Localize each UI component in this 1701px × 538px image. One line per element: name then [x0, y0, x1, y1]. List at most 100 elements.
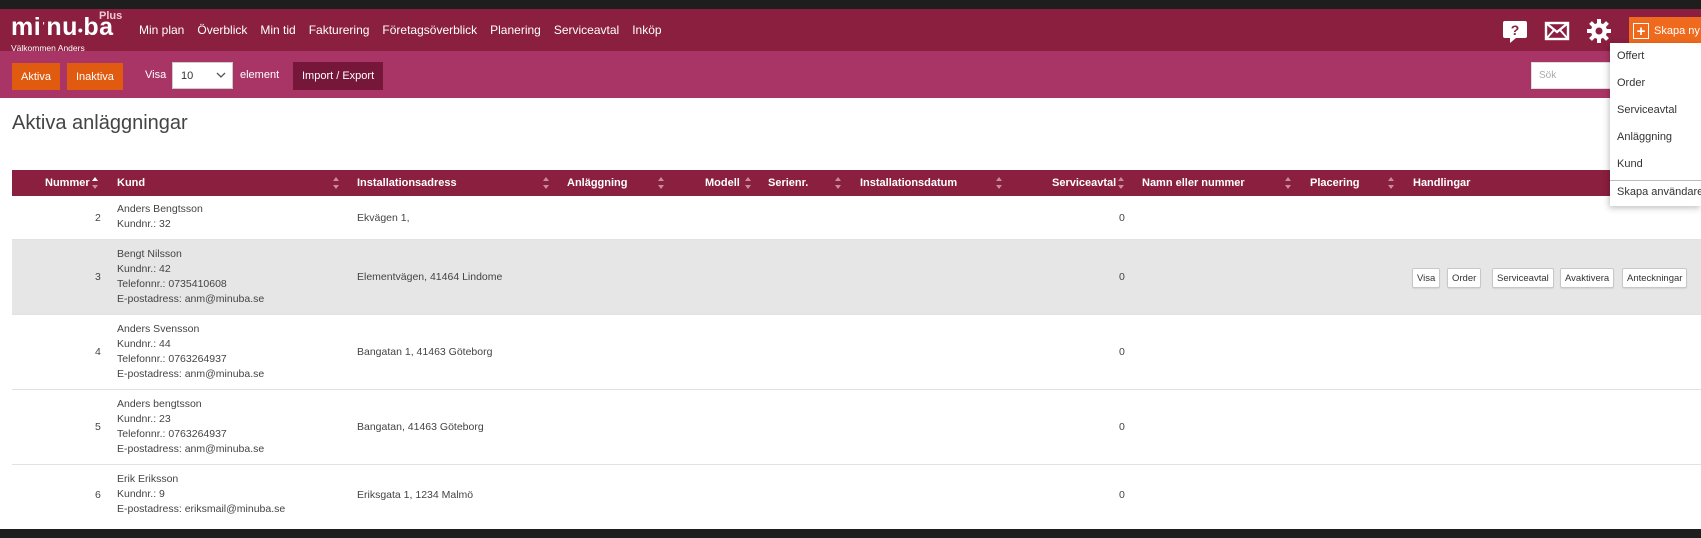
page-size-select[interactable]: 10 — [172, 62, 233, 89]
skapa-ny-label: Skapa ny — [1654, 25, 1700, 37]
kund-name: Anders Bengtsson — [117, 203, 203, 215]
dropdown-item-anlaggning[interactable]: Anläggning — [1617, 131, 1672, 143]
cell-adress: Ekvägen 1, — [357, 212, 410, 224]
kund-name: Anders Svensson — [117, 323, 200, 335]
menu-inkop[interactable]: Inköp — [632, 23, 661, 37]
cell-adress: Eriksgata 1, 1234 Malmö — [357, 489, 474, 501]
table-row[interactable]: 5 Anders bengtsson Kundnr.: 23 Telefonnr… — [12, 390, 1701, 465]
cell-kund: Erik Eriksson Kundnr.: 9 E-postadress: e… — [117, 472, 285, 517]
kund-epost: E-postadress: anm@minuba.se — [117, 443, 265, 455]
sort-icon[interactable] — [91, 175, 99, 191]
cell-nummer: 4 — [95, 346, 101, 358]
visa-button[interactable]: Visa — [1412, 268, 1441, 288]
kund-nr: Kundnr.: 9 — [117, 488, 165, 500]
skapa-ny-button[interactable]: + Skapa ny — [1629, 17, 1701, 45]
main-navbar: miˈnu•ba Plus Välkommen Anders Min plan … — [0, 9, 1701, 53]
visa-label: Visa — [145, 69, 167, 81]
kund-epost: E-postadress: anm@minuba.se — [117, 368, 265, 380]
sort-icon[interactable] — [657, 175, 665, 191]
menu-planering[interactable]: Planering — [490, 23, 541, 37]
kund-telefon: Telefonnr.: 0763264937 — [117, 353, 227, 365]
cell-nummer: 2 — [95, 212, 101, 224]
help-icon[interactable]: ? — [1501, 17, 1529, 45]
kund-name: Anders bengtsson — [117, 398, 202, 410]
dropdown-item-order[interactable]: Order — [1617, 77, 1645, 89]
sort-icon[interactable] — [744, 175, 752, 191]
cell-serviceavtal: 0 — [1119, 421, 1125, 433]
table-row[interactable]: 6 Erik Eriksson Kundnr.: 9 E-postadress:… — [12, 465, 1701, 529]
avaktivera-button[interactable]: Avaktivera — [1560, 268, 1615, 288]
sort-icon[interactable] — [1387, 175, 1395, 191]
sort-icon[interactable] — [995, 175, 1003, 191]
kund-epost: E-postadress: eriksmail@minuba.se — [117, 503, 286, 515]
col-nummer[interactable]: Nummer — [45, 170, 90, 196]
cell-nummer: 6 — [95, 489, 101, 501]
skapa-ny-dropdown: Offert Order Serviceavtal Anläggning Kun… — [1610, 43, 1701, 206]
page-title: Aktiva anläggningar — [12, 112, 188, 134]
table-row[interactable]: 2 Anders Bengtsson Kundnr.: 32 Ekvägen 1… — [12, 196, 1701, 240]
cell-adress: Bangatan, 41463 Göteborg — [357, 421, 484, 433]
kund-nr: Kundnr.: 23 — [117, 413, 171, 425]
window-bottom-strip — [0, 529, 1701, 538]
dropdown-item-offert[interactable]: Offert — [1617, 50, 1644, 62]
cell-serviceavtal: 0 — [1119, 212, 1125, 224]
dropdown-divider — [1610, 180, 1701, 181]
logo-plus: Plus — [99, 10, 123, 22]
cell-kund: Anders Svensson Kundnr.: 44 Telefonnr.: … — [117, 322, 264, 382]
svg-text:?: ? — [1511, 22, 1520, 38]
sort-icon[interactable] — [834, 175, 842, 191]
col-namn-eller-nummer[interactable]: Namn eller nummer — [1142, 170, 1245, 196]
window-top-strip — [0, 0, 1701, 9]
kund-nr: Kundnr.: 32 — [117, 218, 171, 230]
cell-kund: Anders bengtsson Kundnr.: 23 Telefonnr.:… — [117, 397, 264, 457]
order-button[interactable]: Order — [1447, 268, 1482, 288]
kund-name: Bengt Nilsson — [117, 248, 182, 260]
col-handlingar: Handlingar — [1413, 177, 1471, 189]
serviceavtal-button[interactable]: Serviceavtal — [1492, 268, 1554, 288]
plus-icon: + — [1633, 23, 1649, 39]
menu-fakturering[interactable]: Fakturering — [309, 23, 370, 37]
col-anlaggning[interactable]: Anläggning — [567, 170, 628, 196]
col-placering[interactable]: Placering — [1310, 170, 1360, 196]
table-header: Nummer Kund Installationsadress Anläggni… — [12, 170, 1701, 196]
menu-min-plan[interactable]: Min plan — [139, 23, 184, 37]
page-size-value: 10 — [181, 69, 194, 82]
kund-name: Erik Eriksson — [117, 473, 179, 485]
gear-icon[interactable] — [1585, 17, 1613, 45]
import-export-button[interactable]: Import / Export — [293, 62, 384, 90]
toolbar: Aktiva Inaktiva Visa 10 element Import /… — [0, 51, 1701, 98]
sort-icon[interactable] — [332, 175, 340, 191]
cell-kund: Anders Bengtsson Kundnr.: 32 — [117, 202, 203, 232]
sort-icon[interactable] — [542, 175, 550, 191]
minuba-logo[interactable]: miˈnu•ba Plus Välkommen Anders — [11, 10, 122, 53]
anteckningar-button[interactable]: Anteckningar — [1622, 268, 1688, 288]
cell-nummer: 5 — [95, 421, 101, 433]
table-row[interactable]: 4 Anders Svensson Kundnr.: 44 Telefonnr.… — [12, 315, 1701, 390]
dropdown-item-skapa-anvandare[interactable]: Skapa användare — [1617, 186, 1701, 198]
element-label: element — [240, 69, 280, 81]
menu-foretagsoverblick[interactable]: Företagsöverblick — [382, 23, 477, 37]
col-kund[interactable]: Kund — [117, 170, 145, 196]
col-serienr[interactable]: Serienr. — [768, 170, 808, 196]
sort-icon[interactable] — [1284, 175, 1292, 191]
menu-serviceavtal[interactable]: Serviceavtal — [554, 23, 619, 37]
menu-min-tid[interactable]: Min tid — [260, 23, 295, 37]
col-modell[interactable]: Modell — [705, 170, 740, 196]
kund-epost: E-postadress: anm@minuba.se — [117, 293, 265, 305]
row-actions: Visa Order Serviceavtal Avaktivera Antec… — [12, 268, 1701, 288]
menu-overblick[interactable]: Överblick — [197, 23, 247, 37]
mail-icon[interactable] — [1543, 17, 1571, 45]
aktiva-button[interactable]: Aktiva — [12, 63, 60, 90]
main-menu: Min plan Överblick Min tid Fakturering F… — [139, 23, 675, 37]
table-row[interactable]: 3 Bengt Nilsson Kundnr.: 42 Telefonnr.: … — [12, 240, 1701, 315]
cell-serviceavtal: 0 — [1119, 489, 1125, 501]
chevron-down-icon — [216, 72, 226, 78]
cell-adress: Bangatan 1, 41463 Göteborg — [357, 346, 493, 358]
dropdown-item-kund[interactable]: Kund — [1617, 158, 1643, 170]
col-installationsdatum[interactable]: Installationsdatum — [860, 170, 957, 196]
col-installationsadress[interactable]: Installationsadress — [357, 170, 457, 196]
dropdown-item-serviceavtal[interactable]: Serviceavtal — [1617, 104, 1677, 116]
col-serviceavtal[interactable]: Serviceavtal — [1052, 170, 1116, 196]
inaktiva-button[interactable]: Inaktiva — [67, 63, 123, 90]
sort-icon[interactable] — [1117, 175, 1125, 191]
